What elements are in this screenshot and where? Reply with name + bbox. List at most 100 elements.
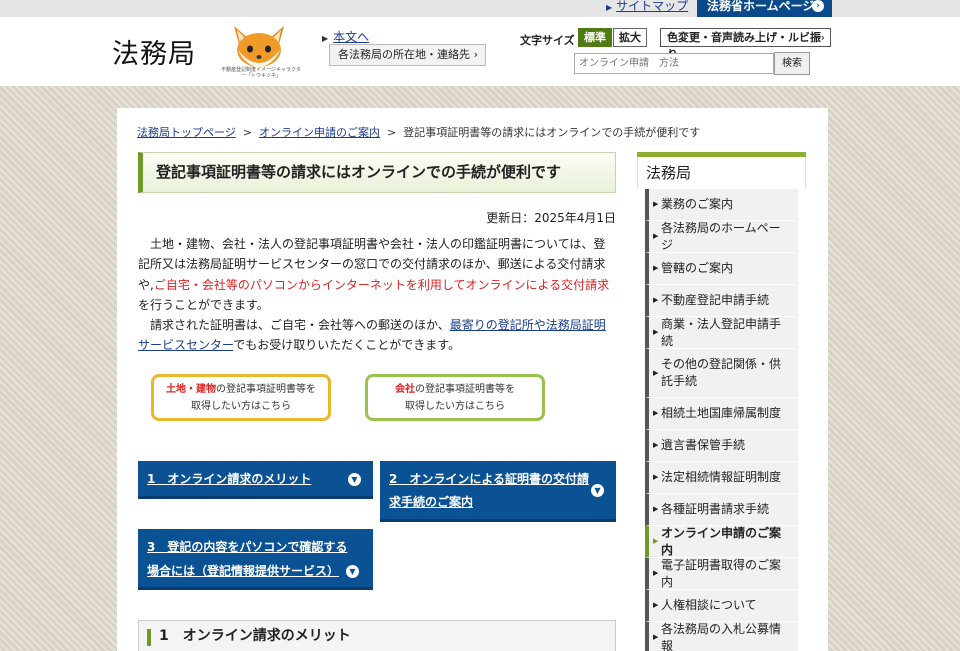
company-line2: 取得したい方はこちら	[405, 401, 505, 412]
section-heading-label: 1 オンライン請求のメリット	[159, 628, 351, 644]
moj-home-button[interactable]: 法務省ホームページ ›	[697, 0, 832, 17]
triangle-right-icon: ▶	[653, 264, 659, 272]
heading-bar	[147, 629, 151, 646]
para1-text-end: を行うことができます。	[138, 297, 269, 312]
sitemap-label: サイトマップ	[616, 0, 689, 13]
sidebar-item-label: 各法務局のホームページ	[661, 220, 781, 252]
chevron-down-icon: ▼	[346, 565, 359, 578]
sidebar-item[interactable]: ▶ 業務のご案内	[645, 189, 798, 221]
moj-home-label: 法務省ホームページ	[707, 0, 815, 13]
company-text: の登記事項証明書等を	[415, 384, 515, 395]
sidebar-item[interactable]: ▶ 不動産登記申請手続	[645, 285, 798, 317]
sidebar-item-label: 人権相談について	[661, 598, 757, 612]
triangle-right-icon: ▶	[653, 200, 659, 208]
fox-caption: 不動産登記制度イメージキャラクター「トウキツネ」	[221, 67, 301, 79]
sidebar-item[interactable]: ▶ 相続土地国庫帰属制度	[645, 398, 798, 430]
locations-button[interactable]: 各法務局の所在地・連絡先 ›	[329, 44, 486, 66]
land-building-line1: 土地・建物の登記事項証明書等を	[154, 381, 328, 398]
triangle-right-icon: ▶	[653, 505, 659, 513]
intro-paragraph-2: 請求された証明書は、ご自宅・会社等への郵送のほか、最寄りの登記所や法務局証明サー…	[138, 315, 616, 356]
sidebar-item[interactable]: ▶ オンライン申請のご案内	[645, 526, 798, 558]
triangle-right-icon: ▶	[653, 633, 659, 641]
sidebar-item-label: 相続土地国庫帰属制度	[661, 406, 782, 420]
sidebar-item[interactable]: ▶ 電子証明書取得のご案内	[645, 558, 798, 590]
company-button[interactable]: 会社の登記事項証明書等を 取得したい方はこちら	[365, 374, 545, 421]
sidebar-item-label: 各種証明書請求手続	[661, 502, 770, 516]
sidebar-item[interactable]: ▶ 管轄のご案内	[645, 253, 798, 285]
sidebar-item[interactable]: ▶ その他の登記関係・供託手続	[645, 349, 798, 398]
intro-text: 土地・建物、会社・法人の登記事項証明書や会社・法人の印鑑証明書については、登記所…	[138, 234, 616, 356]
accordion-info-service[interactable]: 3 登記の内容をパソコンで確認する 場合には（登記情報提供サービス） ▼	[138, 529, 373, 590]
updated-date: 更新日：2025年4月1日	[486, 211, 616, 225]
sidebar-item[interactable]: ▶ 各法務局の入札公募情報	[645, 622, 798, 651]
triangle-right-icon: ▶	[653, 368, 659, 377]
triangle-right-icon: ▶	[606, 3, 613, 12]
chevron-right-icon: ›	[820, 31, 825, 44]
breadcrumb-separator: >	[387, 126, 397, 139]
sidebar-item-label: 商業・法人登記申請手続	[661, 316, 782, 348]
triangle-right-icon: ▶	[653, 473, 659, 481]
sidebar-item[interactable]: ▶ 各種証明書請求手続	[645, 494, 798, 526]
sidebar-item[interactable]: ▶ 各法務局のホームページ	[645, 221, 798, 253]
triangle-right-icon: ▶	[653, 328, 659, 336]
breadcrumb-current: 登記事項証明書等の請求にはオンラインでの手続が便利です	[403, 126, 701, 139]
locations-label: 各法務局の所在地・連絡先	[338, 48, 470, 61]
breadcrumb: 法務局トップページ > オンライン申請のご案内 > 登記事項証明書等の請求にはオンライン…	[137, 124, 700, 140]
chevron-down-icon: ▼	[348, 473, 361, 486]
triangle-right-icon: ▶	[653, 441, 659, 449]
accordion-merit[interactable]: 1 オンライン請求のメリット ▼	[138, 461, 373, 499]
para2-text: 請求された証明書は、ご自宅・会社等への郵送のほか、	[150, 318, 450, 333]
sitemap-link[interactable]: ▶ サイトマップ	[606, 0, 688, 14]
accordion-procedure[interactable]: 2 オンラインによる証明書の交付請 求手続のご案内 ▼	[380, 461, 616, 522]
land-building-highlight: 土地・建物	[166, 384, 216, 395]
accordion-procedure-label-2: 求手続のご案内	[389, 495, 474, 509]
sidebar-item-label: オンライン申請のご案内	[661, 525, 782, 557]
intro-paragraph-1: 土地・建物、会社・法人の登記事項証明書や会社・法人の印鑑証明書については、登記所…	[138, 234, 616, 315]
chevron-right-icon: ›	[473, 48, 478, 61]
sidebar-item[interactable]: ▶ 遺言書保管手続	[645, 430, 798, 462]
triangle-right-icon: ▶	[653, 537, 659, 545]
triangle-right-icon: ▶	[653, 232, 659, 240]
accordion-merit-label: 1 オンライン請求のメリット	[147, 472, 312, 486]
sidebar-title: 法務局	[637, 157, 806, 189]
land-building-button[interactable]: 土地・建物の登記事項証明書等を 取得したい方はこちら	[151, 374, 331, 421]
sidebar-item-label: 遺言書保管手続	[661, 438, 746, 452]
sidebar-item-label: 法定相続情報証明制度	[661, 470, 782, 484]
land-building-text: の登記事項証明書等を	[216, 384, 316, 395]
sidebar-item-label: その他の登記関係・供託手続	[661, 357, 782, 388]
sidebar-item-label: 業務のご案内	[661, 197, 734, 211]
triangle-right-icon: ▶	[322, 34, 329, 43]
sidebar-item[interactable]: ▶ 人権相談について	[645, 590, 798, 622]
color-settings-button[interactable]: 色変更・音声読み上げ・ルビ振り ›	[660, 28, 831, 61]
para2-text-end: でもお受け取りいただくことができます。	[233, 338, 461, 353]
company-highlight: 会社	[395, 384, 415, 395]
top-strip: ▶ サイトマップ 法務省ホームページ ›	[0, 0, 960, 17]
skip-link[interactable]: 本文へ	[333, 30, 369, 44]
font-large-button[interactable]: 拡大	[613, 28, 647, 47]
triangle-right-icon: ▶	[653, 296, 659, 304]
accordion-info-service-label-1: 3 登記の内容をパソコンで確認する	[147, 540, 348, 554]
breadcrumb-online[interactable]: オンライン申請のご案内	[259, 126, 380, 139]
breadcrumb-home[interactable]: 法務局トップページ	[137, 126, 236, 139]
chevron-right-icon: ›	[812, 0, 824, 12]
sidebar-item-label: 管轄のご案内	[661, 261, 734, 275]
site-logo[interactable]: 法務局	[112, 32, 196, 71]
sidebar-list: ▶ 業務のご案内 ▶ 各法務局のホームページ ▶ 管轄のご案内 ▶ 不動産登記申請手続 ▶ 商業・…	[637, 189, 806, 651]
sidebar-item[interactable]: ▶ 法定相続情報証明制度	[645, 462, 798, 494]
font-standard-button[interactable]: 標準	[578, 28, 612, 47]
sidebar-item-label: 各法務局の入札公募情報	[661, 621, 782, 651]
sidebar: 法務局 ▶ 業務のご案内 ▶ 各法務局のホームページ ▶ 管轄のご案内 ▶ 不動産登記申請手続…	[637, 152, 806, 651]
triangle-right-icon: ▶	[653, 409, 659, 417]
company-line1: 会社の登記事項証明書等を	[368, 381, 542, 398]
land-building-line2: 取得したい方はこちら	[191, 401, 291, 412]
font-size-label: 文字サイズ	[520, 34, 575, 47]
search-button[interactable]: 検索	[774, 52, 810, 75]
site-header: 法務局 不動産登記制度イメージキャラクター「トウキツネ」 ▶ 本文へ 各法務局の所…	[0, 17, 960, 86]
triangle-right-icon: ▶	[653, 601, 659, 609]
chevron-down-icon: ▼	[591, 484, 604, 497]
search-input[interactable]	[574, 53, 774, 74]
sidebar-item-label: 不動産登記申請手続	[661, 293, 770, 307]
sidebar-item[interactable]: ▶ 商業・法人登記申請手続	[645, 317, 798, 349]
breadcrumb-separator: >	[242, 126, 252, 139]
skip-to-content[interactable]: ▶ 本文へ	[322, 28, 369, 45]
